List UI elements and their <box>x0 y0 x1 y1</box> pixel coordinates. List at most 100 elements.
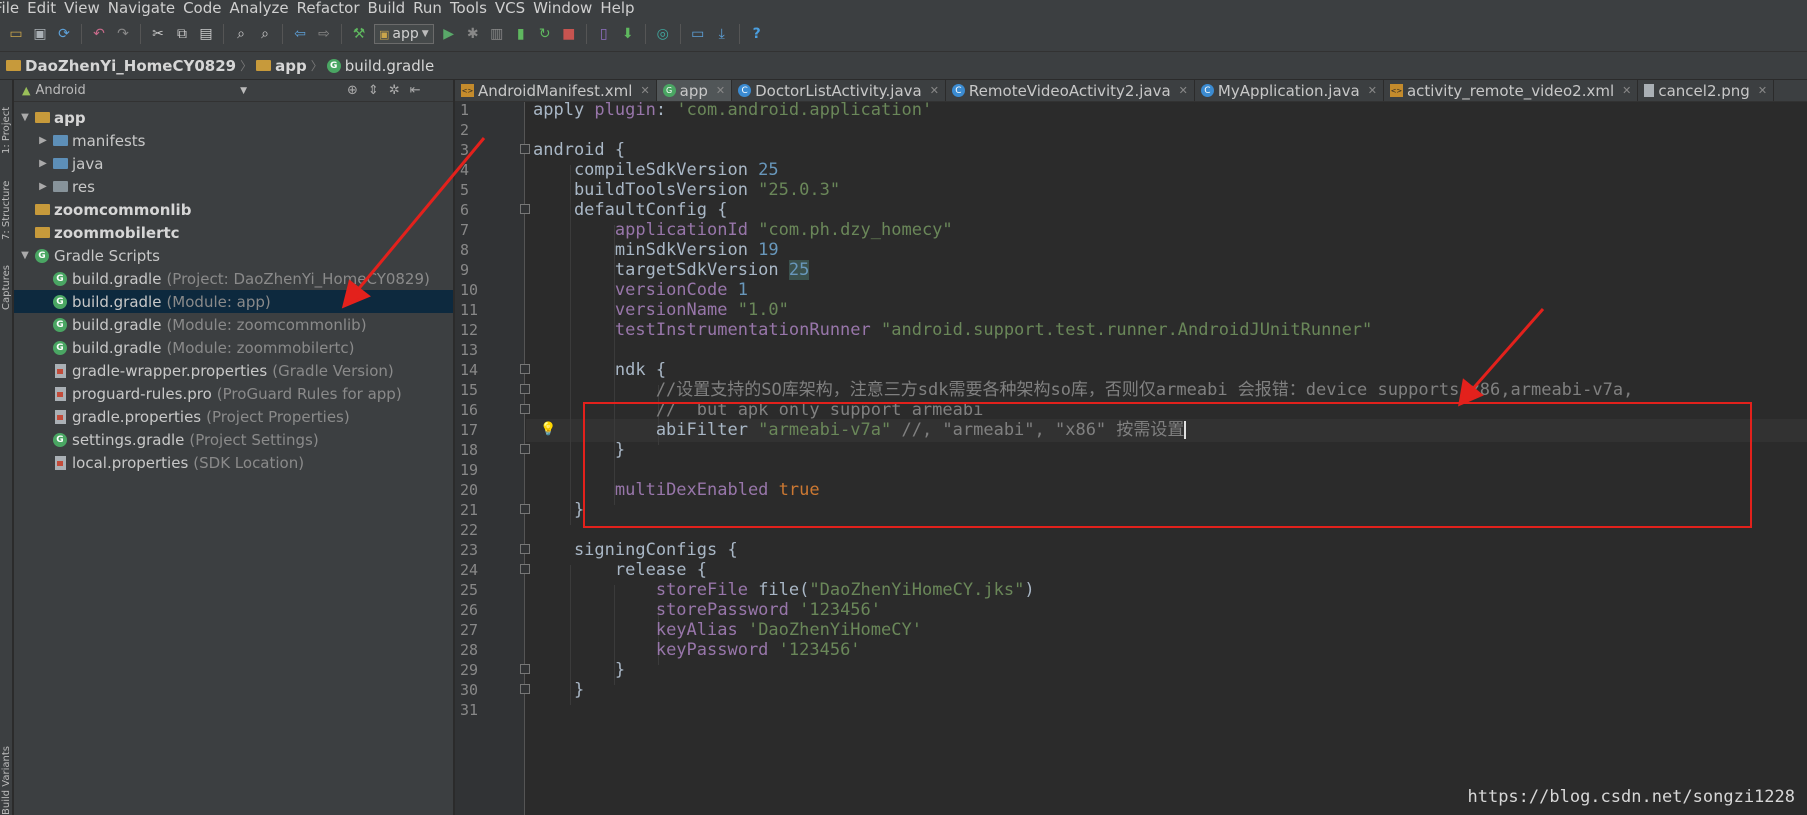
tree-item[interactable]: Gbuild.gradle (Module: zoomcommonlib) <box>14 313 453 336</box>
profile-icon[interactable]: ▥ <box>485 22 509 46</box>
gradle-sync-icon[interactable]: ◎ <box>651 22 675 46</box>
close-icon[interactable]: ✕ <box>1179 84 1188 97</box>
tree-item[interactable]: Gsettings.gradle (Project Settings) <box>14 428 453 451</box>
help-icon[interactable]: ? <box>745 22 769 46</box>
paste-icon[interactable]: ▤ <box>194 22 218 46</box>
tree-item[interactable]: gradle.properties (Project Properties) <box>14 405 453 428</box>
fold-marker-icon[interactable] <box>520 564 530 574</box>
editor-tab[interactable]: <> AndroidManifest.xml ✕ <box>455 80 657 101</box>
tool-tab-project[interactable]: 1: Project <box>0 84 13 154</box>
replace-icon[interactable]: ⌕ <box>253 22 277 46</box>
tree-item[interactable]: local.properties (SDK Location) <box>14 451 453 474</box>
menu-item-navigate[interactable]: Navigate <box>108 0 175 17</box>
tree-item[interactable]: Gbuild.gradle (Module: zoommobilertc) <box>14 336 453 359</box>
build-icon[interactable]: ⚒ <box>347 22 371 46</box>
fold-marker-icon[interactable] <box>520 364 530 374</box>
gear-icon[interactable]: ✲ <box>389 83 400 98</box>
download-icon[interactable]: ⤓ <box>710 22 734 46</box>
fold-marker-icon[interactable] <box>520 664 530 674</box>
breadcrumb-file[interactable]: G build.gradle <box>323 57 438 75</box>
run-config-select[interactable]: ▣ app ▼ <box>374 24 434 44</box>
editor-tab[interactable]: C RemoteVideoActivity2.java ✕ <box>946 80 1195 101</box>
collapse-arrow-icon[interactable]: ▶ <box>36 158 50 169</box>
collapse-all-icon[interactable]: ⇕ <box>368 83 379 98</box>
project-view-select[interactable]: ▲ Android ▼ <box>22 83 247 98</box>
editor-tab[interactable]: C MyApplication.java ✕ <box>1195 80 1384 101</box>
close-icon[interactable]: ✕ <box>930 84 939 97</box>
tree-item[interactable]: ▼ app <box>14 106 453 129</box>
undo-icon[interactable]: ↶ <box>87 22 111 46</box>
menu-item-tools[interactable]: Tools <box>450 0 487 17</box>
hide-panel-icon[interactable]: ⇤ <box>410 83 421 98</box>
close-icon[interactable]: ✕ <box>716 84 725 97</box>
tree-item[interactable]: ▶ res <box>14 175 453 198</box>
close-icon[interactable]: ✕ <box>1368 84 1377 97</box>
tree-item[interactable]: gradle-wrapper.properties (Gradle Version… <box>14 359 453 382</box>
editor-tab[interactable]: Gapp ✕ <box>656 80 733 101</box>
device-monitor-icon[interactable]: ▭ <box>686 22 710 46</box>
apply-changes-icon[interactable]: ↻ <box>533 22 557 46</box>
menu-item-refactor[interactable]: Refactor <box>297 0 360 17</box>
tree-item[interactable]: ▶ java <box>14 152 453 175</box>
menu-item-code[interactable]: Code <box>183 0 221 17</box>
menu-item-help[interactable]: Help <box>600 0 634 17</box>
properties-file-icon <box>52 455 68 470</box>
fold-marker-icon[interactable] <box>520 684 530 694</box>
fold-marker-icon[interactable] <box>520 144 530 154</box>
fold-marker-icon[interactable] <box>520 544 530 554</box>
tree-item[interactable]: Gbuild.gradle (Project: DaoZhenYi_HomeCY0… <box>14 267 453 290</box>
sdk-manager-icon[interactable]: ⬇ <box>616 22 640 46</box>
tree-item[interactable]: ▶ manifests <box>14 129 453 152</box>
close-icon[interactable]: ✕ <box>1622 84 1631 97</box>
copy-icon[interactable]: ⧉ <box>170 22 194 46</box>
collapse-arrow-icon[interactable]: ▶ <box>36 181 50 192</box>
tree-item[interactable]: zoommobilertc <box>14 221 453 244</box>
open-icon[interactable]: ▭ <box>4 22 28 46</box>
avd-icon[interactable]: ▯ <box>592 22 616 46</box>
back-icon[interactable]: ⇦ <box>288 22 312 46</box>
expand-arrow-icon[interactable]: ▼ <box>18 112 32 123</box>
tree-item[interactable]: zoomcommonlib <box>14 198 453 221</box>
close-icon[interactable]: ✕ <box>640 84 649 97</box>
sync-icon[interactable]: ⟳ <box>52 22 76 46</box>
breadcrumb-project[interactable]: DaoZhenYi_HomeCY0829 <box>2 57 240 75</box>
menu-item-file[interactable]: File <box>0 0 19 17</box>
cut-icon[interactable]: ✂ <box>146 22 170 46</box>
tree-item[interactable]: ▼ G Gradle Scripts <box>14 244 453 267</box>
lightbulb-icon[interactable]: 💡 <box>540 423 556 437</box>
expand-arrow-icon[interactable]: ▼ <box>18 250 32 261</box>
debug-icon[interactable]: ✱ <box>461 22 485 46</box>
close-icon[interactable]: ✕ <box>1758 84 1767 97</box>
forward-icon[interactable]: ⇨ <box>312 22 336 46</box>
stop-icon[interactable]: ■ <box>557 22 581 46</box>
menu-item-run[interactable]: Run <box>413 0 442 17</box>
editor-tab[interactable]: cancel2.png ✕ <box>1638 80 1775 101</box>
tool-tab-build-variants[interactable]: Build Variants <box>0 740 13 815</box>
code-token: plugin <box>594 102 656 120</box>
fold-marker-icon[interactable] <box>520 444 530 454</box>
scroll-from-source-icon[interactable]: ⊕ <box>347 83 358 98</box>
menu-item-window[interactable]: Window <box>533 0 592 17</box>
find-icon[interactable]: ⌕ <box>229 22 253 46</box>
breadcrumb-module[interactable]: app <box>252 57 311 75</box>
editor-tab[interactable]: C DoctorListActivity.java ✕ <box>732 80 946 101</box>
menu-item-vcs[interactable]: VCS <box>495 0 525 17</box>
menu-item-build[interactable]: Build <box>368 0 406 17</box>
fold-marker-icon[interactable] <box>520 404 530 414</box>
editor-tab[interactable]: <> activity_remote_video2.xml ✕ <box>1384 80 1639 101</box>
tree-item[interactable]: Gbuild.gradle (Module: app) <box>14 290 453 313</box>
menu-item-edit[interactable]: Edit <box>27 0 56 17</box>
collapse-arrow-icon[interactable]: ▶ <box>36 135 50 146</box>
save-icon[interactable]: ▣ <box>28 22 52 46</box>
tool-tab-captures[interactable]: Captures <box>0 255 13 310</box>
fold-marker-icon[interactable] <box>520 384 530 394</box>
tree-item[interactable]: proguard-rules.pro (ProGuard Rules for ap… <box>14 382 453 405</box>
fold-marker-icon[interactable] <box>520 204 530 214</box>
menu-item-view[interactable]: View <box>64 0 100 17</box>
fold-marker-icon[interactable] <box>520 504 530 514</box>
menu-item-analyze[interactable]: Analyze <box>229 0 288 17</box>
run-icon[interactable]: ▶ <box>437 22 461 46</box>
tool-tab-structure[interactable]: 7: Structure <box>0 170 13 240</box>
attach-icon[interactable]: ▮ <box>509 22 533 46</box>
redo-icon[interactable]: ↷ <box>111 22 135 46</box>
